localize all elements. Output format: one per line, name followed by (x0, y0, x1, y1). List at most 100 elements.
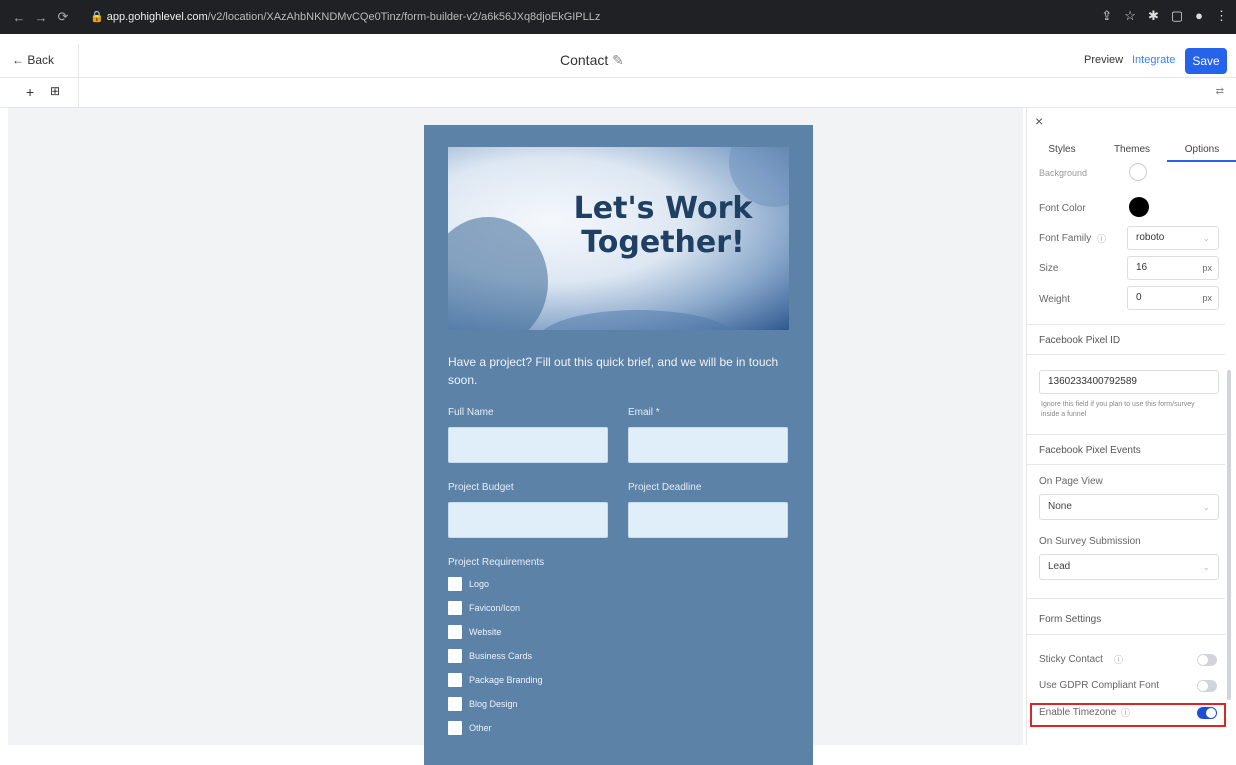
sticky-contact-label: Sticky Contact (1039, 654, 1103, 665)
checkbox-blog-design[interactable]: Blog Design (448, 697, 518, 711)
divider (1027, 434, 1225, 435)
checkbox-logo[interactable]: Logo (448, 577, 489, 591)
fb-pixel-id-input[interactable]: 1360233400792589 (1039, 370, 1219, 394)
email-input[interactable] (628, 427, 788, 463)
info-icon[interactable]: ⓘ (1114, 653, 1123, 666)
form-title-text: Contact (560, 52, 609, 68)
add-element-icon[interactable]: + (26, 84, 34, 100)
pencil-icon[interactable]: ✎ (612, 52, 624, 68)
arrow-left-icon: ← (12, 53, 24, 67)
checkbox-other[interactable]: Other (448, 721, 492, 735)
chevron-down-icon: ⌄ (1202, 502, 1210, 512)
divider (1027, 324, 1225, 325)
full-name-input[interactable] (448, 427, 608, 463)
settings-panel: × Styles Themes Options Background Font … (1026, 108, 1236, 745)
back-button[interactable]: ← Back (12, 53, 54, 67)
budget-label: Project Budget (448, 482, 514, 493)
size-label: Size (1039, 263, 1059, 274)
checkbox-business-cards[interactable]: Business Cards (448, 649, 532, 663)
panel-tabs: Styles Themes Options (1027, 138, 1236, 162)
checkbox-box[interactable] (448, 649, 462, 663)
deadline-label: Project Deadline (628, 482, 702, 493)
checkbox-package-branding[interactable]: Package Branding (448, 673, 543, 687)
divider (1027, 598, 1225, 599)
close-icon[interactable]: × (1035, 113, 1043, 129)
forward-arrow-icon[interactable]: → (30, 10, 52, 25)
on-page-view-select[interactable]: None ⌄ (1039, 494, 1219, 520)
divider (78, 44, 79, 78)
form-preview: Let's Work Together! Have a project? Fil… (424, 125, 813, 765)
size-input[interactable]: 16 px (1127, 256, 1219, 280)
back-label: Back (27, 53, 55, 67)
checkbox-box[interactable] (448, 577, 462, 591)
url-host: app.gohighlevel.com (106, 11, 208, 23)
save-button[interactable]: Save (1185, 48, 1227, 74)
form-title[interactable]: Contact ✎ (560, 52, 624, 69)
fb-pixel-id-label: Facebook Pixel ID (1039, 335, 1121, 346)
address-bar[interactable]: 🔒 app.gohighlevel.com/v2/location/XAzAhb… (90, 7, 1090, 27)
url-path: /v2/location/XAzAhbNKNDMvCQe0Tinz/form-b… (207, 11, 601, 23)
checkbox-website[interactable]: Website (448, 625, 501, 639)
font-color-swatch[interactable] (1129, 197, 1149, 217)
on-page-view-label: On Page View (1039, 476, 1103, 487)
panel-scrollbar[interactable] (1227, 370, 1231, 700)
divider (1027, 354, 1225, 355)
weight-input[interactable]: 0 px (1127, 286, 1219, 310)
background-color-swatch[interactable] (1129, 163, 1147, 181)
window-icon[interactable]: ▢ (1171, 8, 1183, 24)
full-name-label: Full Name (448, 407, 494, 418)
sticky-contact-toggle[interactable] (1197, 654, 1217, 666)
requirements-label: Project Requirements (448, 557, 545, 568)
checkbox-box[interactable] (448, 721, 462, 735)
fb-pixel-helper-text: Ignore this field if you plan to use thi… (1041, 401, 1195, 418)
weight-label: Weight (1039, 294, 1070, 305)
font-family-label: Font Family (1039, 233, 1092, 244)
divider (1027, 634, 1225, 635)
browser-menu-icon[interactable]: ⋮ (1215, 8, 1228, 24)
hero-image[interactable]: Let's Work Together! (448, 147, 789, 330)
bookmark-star-icon[interactable]: ☆ (1124, 8, 1136, 24)
chevron-down-icon: ⌄ (1202, 233, 1210, 243)
lock-icon: 🔒 (90, 11, 104, 23)
highlight-annotation (1030, 703, 1226, 727)
checkbox-box[interactable] (448, 625, 462, 639)
on-survey-submission-label: On Survey Submission (1039, 536, 1141, 547)
deadline-input[interactable] (628, 502, 788, 538)
hero-title: Let's Work Together! (573, 191, 753, 260)
background-label: Background (1039, 168, 1088, 178)
extensions-icon[interactable]: ✱ (1148, 8, 1159, 24)
email-label: Email * (628, 407, 660, 418)
tab-styles[interactable]: Styles (1027, 138, 1097, 162)
builder-toolbar: + ⊞ ⇄ (0, 78, 1236, 108)
tab-options[interactable]: Options (1167, 138, 1236, 162)
chevron-down-icon: ⌄ (1202, 562, 1210, 572)
form-intro-text[interactable]: Have a project? Fill out this quick brie… (448, 353, 788, 389)
profile-avatar[interactable]: ● (1195, 8, 1203, 24)
layers-icon[interactable]: ⊞ (50, 84, 60, 98)
font-family-select[interactable]: roboto ⌄ (1127, 226, 1219, 250)
checkbox-box[interactable] (448, 601, 462, 615)
integrate-button[interactable]: Integrate (1132, 54, 1175, 66)
tab-themes[interactable]: Themes (1097, 138, 1167, 162)
info-icon[interactable]: ⓘ (1097, 232, 1106, 245)
builder-topbar: ← Back Contact ✎ Preview Integrate Save (0, 44, 1236, 78)
budget-input[interactable] (448, 502, 608, 538)
reload-icon[interactable]: ⟳ (52, 9, 74, 25)
back-arrow-icon[interactable]: ← (8, 10, 30, 25)
collapse-panel-icon[interactable]: ⇄ (1216, 86, 1224, 97)
gdpr-font-toggle[interactable] (1197, 680, 1217, 692)
divider (78, 78, 79, 108)
share-icon[interactable]: ⇪ (1101, 8, 1112, 24)
divider (1027, 464, 1225, 465)
form-settings-label: Form Settings (1039, 614, 1102, 625)
browser-toolbar: ← → ⟳ 🔒 app.gohighlevel.com/v2/location/… (0, 0, 1236, 34)
on-survey-submission-select[interactable]: Lead ⌄ (1039, 554, 1219, 580)
checkbox-favicon[interactable]: Favicon/Icon (448, 601, 520, 615)
preview-button[interactable]: Preview (1084, 54, 1123, 66)
checkbox-box[interactable] (448, 697, 462, 711)
checkbox-box[interactable] (448, 673, 462, 687)
builder-canvas: Let's Work Together! Have a project? Fil… (8, 108, 1023, 765)
gdpr-font-label: Use GDPR Compliant Font (1039, 680, 1160, 691)
fb-pixel-events-label: Facebook Pixel Events (1039, 445, 1141, 456)
font-color-label: Font Color (1039, 203, 1086, 214)
